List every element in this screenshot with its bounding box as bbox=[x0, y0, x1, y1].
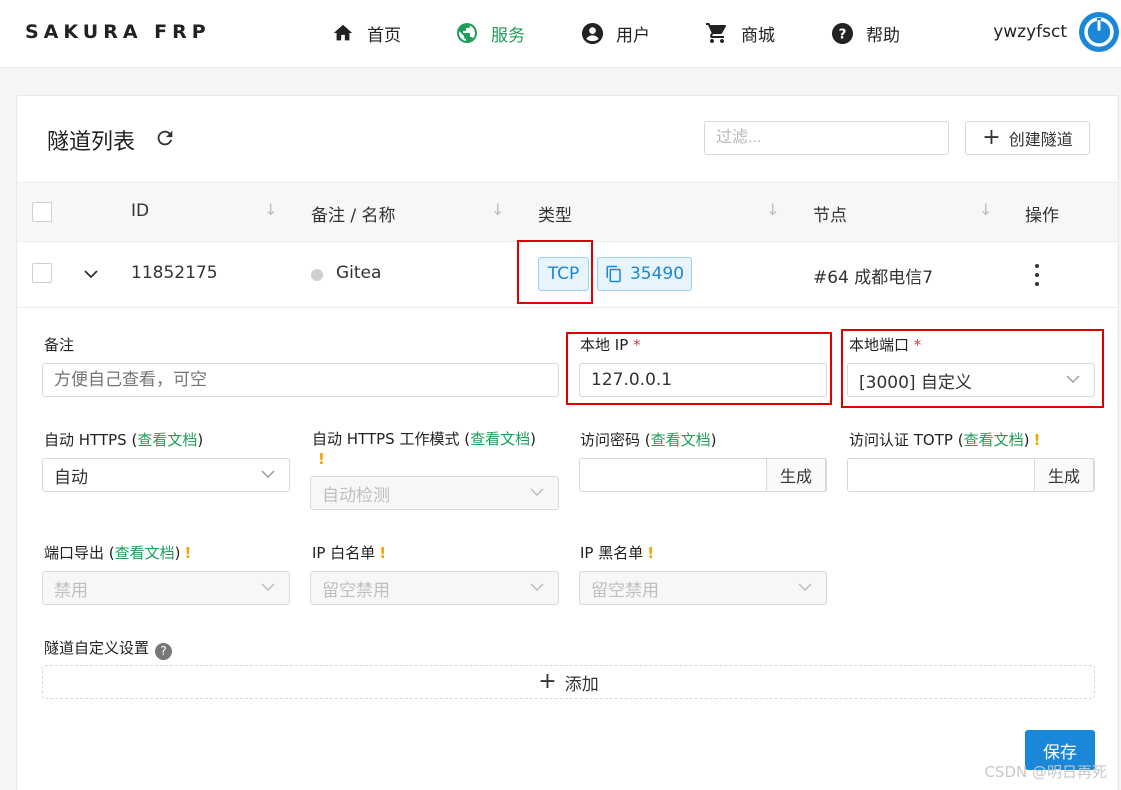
chevron-down-icon bbox=[798, 583, 812, 591]
local-port-label: 本地端口 * bbox=[849, 336, 922, 354]
tunnel-id: 11852175 bbox=[131, 263, 218, 283]
user-circle-icon bbox=[580, 21, 604, 45]
local-port-select[interactable]: [3000] 自定义 bbox=[847, 363, 1095, 397]
https-mode-label: 自动 HTTPS 工作模式 (查看文档)! bbox=[312, 430, 536, 468]
auto-https-select[interactable]: 自动 bbox=[42, 458, 290, 492]
ip-whitelist-label: IP 白名单! bbox=[312, 544, 387, 562]
doc-link[interactable]: 查看文档 bbox=[470, 430, 530, 448]
column-node[interactable]: 节点 bbox=[813, 201, 847, 226]
column-type[interactable]: 类型 bbox=[538, 201, 572, 226]
nav-help-label: 帮助 bbox=[866, 25, 900, 46]
column-name[interactable]: 备注 / 名称 bbox=[311, 201, 396, 226]
cart-icon bbox=[705, 21, 729, 45]
sort-arrow-icon[interactable]: ↓ bbox=[766, 200, 779, 219]
table-row[interactable]: 11852175 Gitea TCP 35490 #64 成都电信7 bbox=[17, 242, 1118, 308]
doc-link[interactable]: 查看文档 bbox=[137, 431, 197, 449]
chevron-down-icon[interactable] bbox=[83, 266, 99, 282]
nav-shop-label: 商城 bbox=[741, 25, 775, 46]
create-tunnel-button[interactable]: + 创建隧道 bbox=[965, 121, 1090, 155]
tunnel-list-card: 隧道列表 + 创建隧道 ID ↓ 备注 / 名称 ↓ 类型 ↓ 节点 ↓ 操作 … bbox=[16, 95, 1119, 790]
watermark: CSDN @明日再死 bbox=[984, 763, 1107, 781]
create-tunnel-label: 创建隧道 bbox=[1008, 130, 1073, 149]
remote-port: 35490 bbox=[629, 264, 685, 284]
chevron-down-icon bbox=[261, 470, 275, 478]
plus-icon: + bbox=[538, 669, 557, 694]
plus-icon: + bbox=[982, 125, 1001, 150]
username[interactable]: ywzyfsct bbox=[993, 22, 1067, 42]
ip-blacklist-label: IP 黑名单! bbox=[580, 544, 655, 562]
add-custom-setting-button[interactable]: + 添加 bbox=[42, 665, 1095, 699]
row-checkbox[interactable] bbox=[32, 263, 52, 283]
table-header: ID ↓ 备注 / 名称 ↓ 类型 ↓ 节点 ↓ 操作 bbox=[17, 182, 1118, 242]
ip-blacklist-select: 留空禁用 bbox=[579, 571, 827, 605]
chevron-down-icon bbox=[261, 583, 275, 591]
help-circle-icon: ? bbox=[830, 21, 854, 45]
nav-help[interactable]: ? 帮助 bbox=[830, 20, 900, 46]
generate-password-button[interactable]: 生成 bbox=[766, 458, 826, 492]
note-input[interactable] bbox=[42, 363, 559, 397]
warning-icon: ! bbox=[379, 544, 387, 562]
port-export-select: 禁用 bbox=[42, 571, 290, 605]
sort-arrow-icon[interactable]: ↓ bbox=[979, 200, 992, 219]
tunnel-node: #64 成都电信7 bbox=[813, 268, 934, 288]
https-mode-select: 自动检测 bbox=[310, 476, 559, 510]
chevron-down-icon bbox=[530, 583, 544, 591]
warning-icon: ! bbox=[318, 450, 325, 468]
warning-icon: ! bbox=[1033, 431, 1041, 449]
add-label: 添加 bbox=[564, 674, 599, 695]
nav-service[interactable]: 服务 bbox=[455, 20, 525, 46]
auto-https-label: 自动 HTTPS (查看文档) bbox=[44, 431, 204, 449]
chevron-down-icon bbox=[530, 488, 544, 496]
access-password-input[interactable]: 生成 bbox=[579, 458, 827, 492]
top-navbar: SAKURA FRP 首页 服务 用户 商城 ? 帮助 ywzyfsct bbox=[0, 0, 1121, 68]
select-all-checkbox[interactable] bbox=[32, 202, 52, 222]
filter-input[interactable] bbox=[704, 121, 949, 155]
page-title: 隧道列表 bbox=[47, 130, 136, 155]
column-id[interactable]: ID bbox=[131, 201, 149, 221]
note-label: 备注 bbox=[44, 336, 75, 354]
nav-home-label: 首页 bbox=[367, 25, 401, 46]
doc-link[interactable]: 查看文档 bbox=[964, 431, 1024, 449]
warning-icon: ! bbox=[184, 544, 192, 562]
port-export-label: 端口导出 (查看文档)! bbox=[44, 544, 192, 562]
custom-settings-label: 隧道自定义设置? bbox=[44, 637, 173, 660]
chevron-down-icon bbox=[1066, 375, 1080, 383]
access-password-label: 访问密码 (查看文档) bbox=[580, 431, 717, 449]
home-icon bbox=[331, 21, 355, 45]
nav-home[interactable]: 首页 bbox=[331, 20, 401, 46]
totp-input[interactable]: 生成 bbox=[847, 458, 1095, 492]
nav-user[interactable]: 用户 bbox=[580, 20, 650, 46]
copy-icon bbox=[605, 265, 623, 283]
tunnel-name: Gitea bbox=[336, 263, 382, 283]
power-icon[interactable] bbox=[1079, 12, 1119, 52]
totp-label: 访问认证 TOTP (查看文档)! bbox=[849, 431, 1041, 449]
nav-service-label: 服务 bbox=[491, 25, 525, 46]
ip-whitelist-select: 留空禁用 bbox=[310, 571, 559, 605]
help-icon[interactable]: ? bbox=[155, 642, 173, 660]
svg-text:?: ? bbox=[838, 27, 846, 42]
local-ip-input[interactable]: 127.0.0.1 bbox=[579, 363, 827, 397]
brand-logo[interactable]: SAKURA FRP bbox=[25, 21, 211, 43]
remote-port-copy-button[interactable]: 35490 bbox=[597, 257, 692, 291]
status-dot bbox=[311, 269, 323, 281]
sort-arrow-icon[interactable]: ↓ bbox=[491, 200, 504, 219]
refresh-icon[interactable] bbox=[154, 127, 176, 149]
doc-link[interactable]: 查看文档 bbox=[651, 431, 711, 449]
doc-link[interactable]: 查看文档 bbox=[115, 544, 175, 562]
column-action: 操作 bbox=[1025, 206, 1059, 226]
globe-icon bbox=[455, 21, 479, 45]
nav-shop[interactable]: 商城 bbox=[705, 20, 775, 46]
warning-icon: ! bbox=[647, 544, 655, 562]
more-menu-icon[interactable] bbox=[1034, 264, 1040, 286]
local-ip-label: 本地 IP * bbox=[580, 336, 641, 354]
generate-totp-button[interactable]: 生成 bbox=[1034, 458, 1094, 492]
sort-arrow-icon[interactable]: ↓ bbox=[264, 200, 277, 219]
type-badge: TCP bbox=[538, 257, 589, 291]
nav-user-label: 用户 bbox=[616, 25, 650, 46]
